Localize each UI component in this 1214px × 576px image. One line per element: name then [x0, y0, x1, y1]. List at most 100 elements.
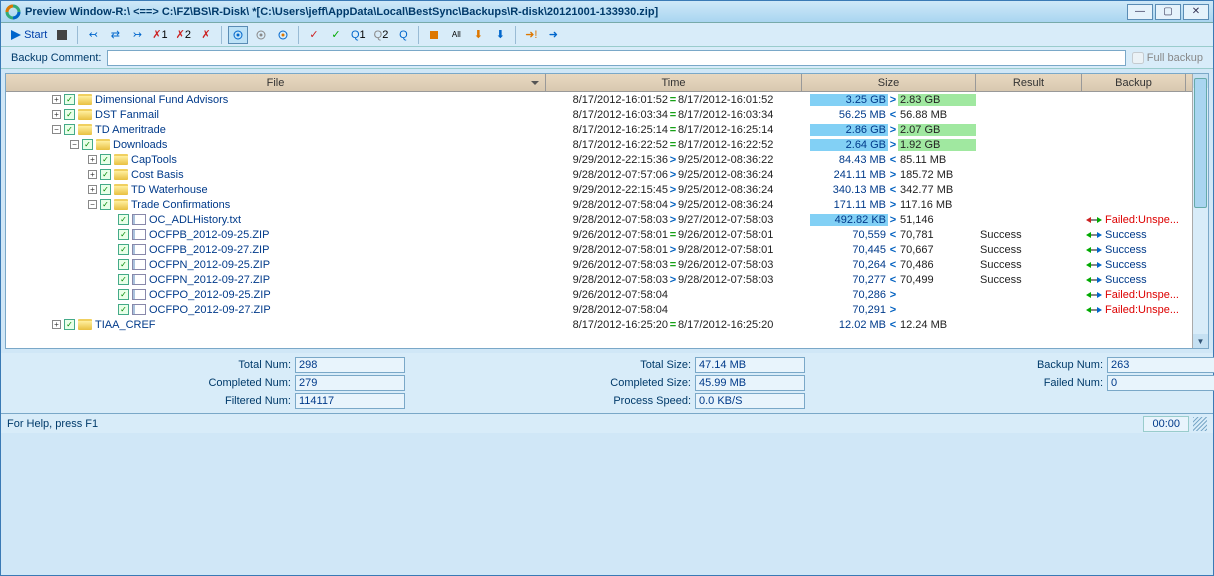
view-icon-1[interactable]: [228, 26, 248, 44]
backup-text: Success: [1105, 244, 1147, 256]
table-row[interactable]: +✓TD Waterhouse9/29/2012-22:15:45>9/25/2…: [6, 182, 1208, 197]
expand-icon[interactable]: −: [88, 200, 97, 209]
search-q-button[interactable]: Q: [394, 26, 412, 44]
size-compare-icon: >: [888, 214, 898, 226]
file-name: OCFPN_2012-09-25.ZIP: [149, 259, 270, 271]
check-green-button[interactable]: ✓: [327, 26, 345, 44]
row-checkbox[interactable]: ✓: [118, 274, 129, 285]
col-backup[interactable]: Backup: [1082, 74, 1186, 91]
table-row[interactable]: ✓OCFPB_2012-09-27.ZIP9/28/2012-07:58:01>…: [6, 242, 1208, 257]
row-checkbox[interactable]: ✓: [64, 319, 75, 330]
search-q1-button[interactable]: Q1: [349, 26, 368, 44]
file-icon: [132, 259, 146, 270]
col-file[interactable]: File: [6, 74, 546, 91]
arrow-right-blue-button[interactable]: ➜: [544, 26, 562, 44]
check-red-button[interactable]: ✓: [305, 26, 323, 44]
time-compare-icon: >: [668, 184, 678, 196]
time-left: 9/28/2012-07:58:03: [546, 214, 668, 226]
file-name: OCFPO_2012-09-27.ZIP: [149, 304, 271, 316]
view-icon-3[interactable]: [274, 26, 292, 44]
row-checkbox[interactable]: ✓: [64, 124, 75, 135]
full-backup-checkbox[interactable]: Full backup: [1132, 52, 1203, 64]
preview-window: Preview Window-R:\ <==> C:\FZ\BS\R-Disk\…: [0, 0, 1214, 576]
size-compare-icon: >: [888, 169, 898, 181]
row-checkbox[interactable]: ✓: [118, 289, 129, 300]
sync-left-button[interactable]: ↢: [84, 26, 102, 44]
expand-icon[interactable]: +: [88, 185, 97, 194]
row-checkbox[interactable]: ✓: [118, 244, 129, 255]
table-row[interactable]: +✓DST Fanmail8/17/2012-16:03:34=8/17/201…: [6, 107, 1208, 122]
view-icon-2[interactable]: [252, 26, 270, 44]
window-title: Preview Window-R:\ <==> C:\FZ\BS\R-Disk\…: [25, 6, 1127, 18]
table-row[interactable]: ✓OCFPN_2012-09-27.ZIP9/28/2012-07:58:03>…: [6, 272, 1208, 287]
scroll-thumb[interactable]: [1194, 78, 1207, 208]
row-checkbox[interactable]: ✓: [82, 139, 93, 150]
minimize-button[interactable]: —: [1127, 4, 1153, 20]
sync-right-button[interactable]: ↣: [128, 26, 146, 44]
comment-input[interactable]: [107, 50, 1125, 66]
col-result[interactable]: Result: [976, 74, 1082, 91]
expand-icon[interactable]: +: [88, 170, 97, 179]
size-left: 171.11 MB: [810, 199, 888, 211]
maximize-button[interactable]: ▢: [1155, 4, 1181, 20]
delete-x2-button[interactable]: ✗2: [174, 26, 193, 44]
resize-grip-icon[interactable]: [1193, 417, 1207, 431]
arrow-down-blue-button[interactable]: ⬇: [491, 26, 509, 44]
table-row[interactable]: +✓Cost Basis9/28/2012-07:57:06>9/25/2012…: [6, 167, 1208, 182]
table-row[interactable]: −✓TD Ameritrade8/17/2012-16:25:14=8/17/2…: [6, 122, 1208, 137]
tool-icon-1[interactable]: [425, 26, 443, 44]
row-checkbox[interactable]: ✓: [64, 94, 75, 105]
table-row[interactable]: −✓Trade Confirmations9/28/2012-07:58:04>…: [6, 197, 1208, 212]
table-row[interactable]: ✓OCFPB_2012-09-25.ZIP9/26/2012-07:58:01=…: [6, 227, 1208, 242]
expand-icon[interactable]: +: [52, 320, 61, 329]
table-row[interactable]: +✓CapTools9/29/2012-22:15:36>9/25/2012-0…: [6, 152, 1208, 167]
row-checkbox[interactable]: ✓: [100, 184, 111, 195]
row-checkbox[interactable]: ✓: [118, 304, 129, 315]
titlebar[interactable]: Preview Window-R:\ <==> C:\FZ\BS\R-Disk\…: [1, 1, 1213, 23]
table-row[interactable]: +✓Dimensional Fund Advisors8/17/2012-16:…: [6, 92, 1208, 107]
row-checkbox[interactable]: ✓: [100, 169, 111, 180]
expand-icon[interactable]: −: [70, 140, 79, 149]
close-button[interactable]: ✕: [1183, 4, 1209, 20]
result-text: Success: [976, 229, 1082, 241]
backup-text: Success: [1105, 274, 1147, 286]
row-checkbox[interactable]: ✓: [64, 109, 75, 120]
time-left: 9/28/2012-07:57:06: [546, 169, 668, 181]
delete-x-button[interactable]: ✗: [197, 26, 215, 44]
time-right: 9/27/2012-07:58:03: [678, 214, 773, 226]
table-row[interactable]: −✓Downloads8/17/2012-16:22:52=8/17/2012-…: [6, 137, 1208, 152]
select-all-button[interactable]: All: [447, 26, 465, 44]
row-checkbox[interactable]: ✓: [118, 259, 129, 270]
expand-icon[interactable]: +: [52, 95, 61, 104]
size-compare-icon: >: [888, 124, 898, 136]
row-checkbox[interactable]: ✓: [118, 214, 129, 225]
size-right: 342.77 MB: [898, 184, 976, 196]
table-row[interactable]: ✓ OC_ADLHistory.txt 9/28/2012-07:58:03 >9/2…: [6, 212, 1208, 227]
time-left: 9/26/2012-07:58:03: [546, 259, 668, 271]
vertical-scrollbar[interactable]: ▲ ▼: [1192, 74, 1208, 348]
row-checkbox[interactable]: ✓: [100, 154, 111, 165]
filtered-num-value: 114117: [295, 393, 405, 409]
arrow-right-orange-button[interactable]: ➜!: [522, 26, 540, 44]
time-right: 9/28/2012-07:58:03: [678, 274, 773, 286]
search-q2-button[interactable]: Q2: [372, 26, 391, 44]
arrow-down-orange-button[interactable]: ⬇: [469, 26, 487, 44]
table-row[interactable]: ✓OCFPN_2012-09-25.ZIP9/26/2012-07:58:03=…: [6, 257, 1208, 272]
expand-icon[interactable]: +: [88, 155, 97, 164]
table-row[interactable]: +✓TIAA_CREF8/17/2012-16:25:20=8/17/2012-…: [6, 317, 1208, 332]
stop-button[interactable]: [53, 26, 71, 44]
delete-x1-button[interactable]: ✗1: [150, 26, 169, 44]
table-row[interactable]: ✓OCFPO_2012-09-27.ZIP9/28/2012-07:58:047…: [6, 302, 1208, 317]
table-row[interactable]: ✓OCFPO_2012-09-25.ZIP9/26/2012-07:58:047…: [6, 287, 1208, 302]
file-name: OC_ADLHistory.txt: [149, 214, 241, 226]
backup-status-icon: [1086, 305, 1102, 315]
expand-icon[interactable]: +: [52, 110, 61, 119]
sync-both-button[interactable]: ⇄: [106, 26, 124, 44]
scroll-down-icon[interactable]: ▼: [1193, 334, 1208, 348]
expand-icon[interactable]: −: [52, 125, 61, 134]
row-checkbox[interactable]: ✓: [118, 229, 129, 240]
start-button[interactable]: Start: [9, 26, 49, 44]
col-time[interactable]: Time: [546, 74, 802, 91]
row-checkbox[interactable]: ✓: [100, 199, 111, 210]
col-size[interactable]: Size: [802, 74, 976, 91]
